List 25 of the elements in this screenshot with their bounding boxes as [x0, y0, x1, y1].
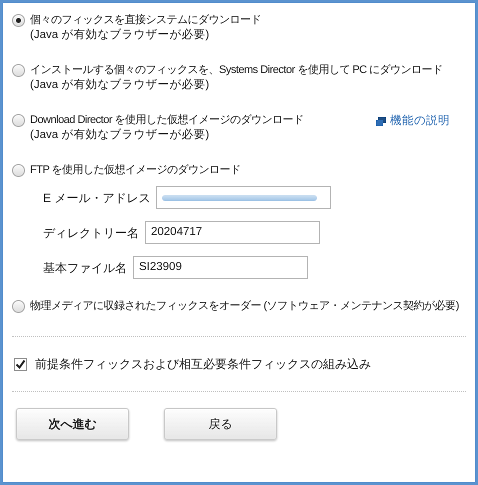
option-note: (Java が有効なブラウザーが必要)	[30, 28, 210, 43]
option-label: 個々のフィックスを直接システムにダウンロード	[30, 13, 261, 28]
option-label: Download Director を使用した仮想イメージのダウンロード	[30, 113, 304, 128]
radio-button[interactable]	[12, 14, 25, 27]
radio-button[interactable]	[12, 114, 25, 127]
option-note: (Java が有効なブラウザーが必要)	[30, 78, 210, 93]
option-label: FTP を使用した仮想イメージのダウンロード	[30, 163, 241, 178]
feature-description-link[interactable]: 機能の説明	[376, 113, 450, 130]
checkbox-label: 前提条件フィックスおよび相互必要条件フィックスの組み込み	[35, 356, 371, 373]
field-label: ディレクトリー名	[43, 224, 139, 242]
input-field[interactable]: 20204717	[145, 221, 320, 244]
field-label: E メール・アドレス	[43, 190, 150, 206]
radio-button[interactable]	[12, 164, 25, 177]
window-icon	[376, 117, 386, 126]
input-field[interactable]	[156, 186, 332, 209]
radio-button[interactable]	[12, 300, 25, 313]
next-button[interactable]: 次へ進む	[16, 408, 129, 440]
field-label: 基本ファイル名	[43, 260, 127, 276]
option-label: 物理メディアに収録されたフィックスをオーダー (ソフトウェア・メンテナンス契約が必要)	[30, 299, 459, 314]
radio-button[interactable]	[12, 64, 25, 77]
option-label: インストールする個々のフィックスを、Systems Director を使用して PC にダウンロード	[30, 63, 443, 78]
checkbox[interactable]	[14, 358, 27, 370]
input-field[interactable]: SI23909	[133, 256, 308, 279]
back-button[interactable]: 戻る	[164, 408, 277, 440]
option-note: (Java が有効なブラウザーが必要)	[30, 128, 210, 143]
